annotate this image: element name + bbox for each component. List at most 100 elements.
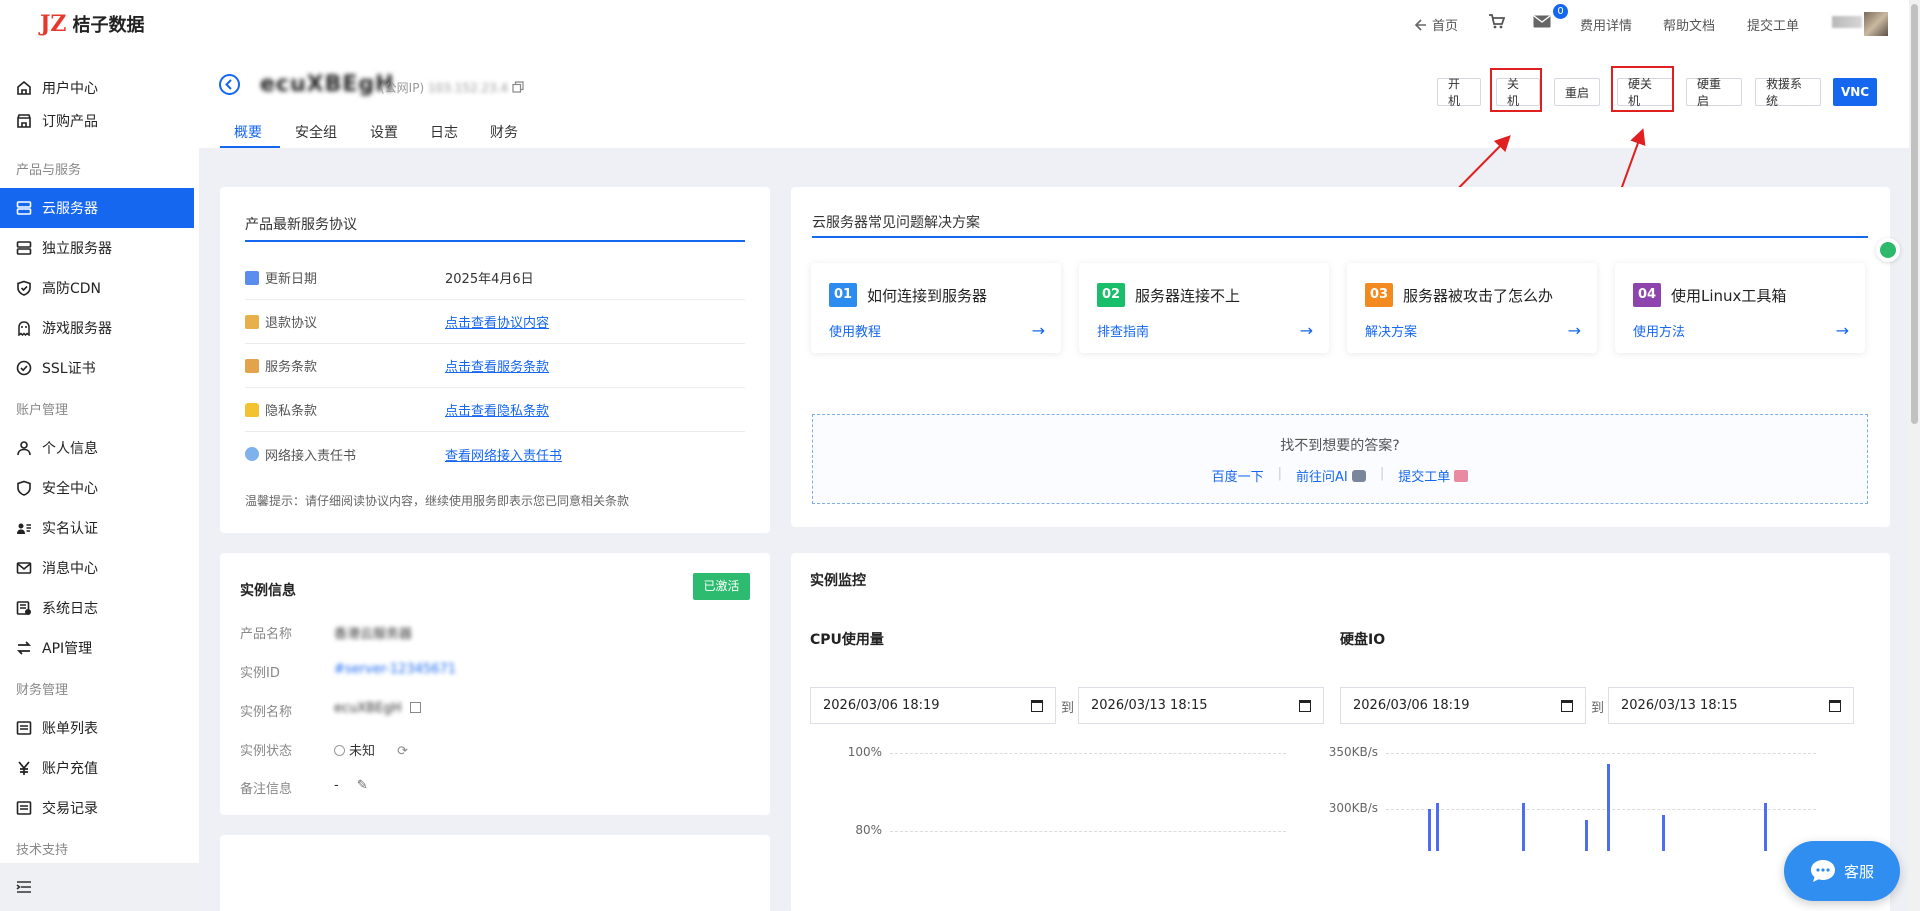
globe-icon — [245, 447, 259, 461]
sidebar-item-system-log[interactable]: 系统日志 — [0, 588, 194, 628]
cpu-date-from-input[interactable]: 2026/03/06 18:19 — [810, 687, 1056, 724]
baidu-link[interactable]: 百度一下 — [1212, 466, 1264, 485]
monitor-title: 实例监控 — [810, 573, 866, 589]
sidebar-item-cloud-server[interactable]: 云服务器 — [0, 188, 194, 228]
brand-logo[interactable]: JZ 桔子数据 — [40, 10, 144, 38]
disk-date-to-input[interactable]: 2026/03/13 18:15 — [1608, 687, 1854, 724]
collapse-menu-icon — [16, 881, 31, 893]
message-button[interactable] — [1533, 15, 1551, 28]
sidebar-collapse-button[interactable] — [0, 863, 199, 911]
tab-settings[interactable]: 设置 — [370, 122, 398, 142]
row-value: 2025年4月6日 — [445, 272, 534, 287]
agreement-row-refund: 退款协议 点击查看协议内容 — [245, 300, 745, 344]
topnav-ticket-link[interactable]: 提交工单 — [1747, 15, 1799, 34]
power-on-button[interactable]: 开机 — [1437, 77, 1481, 108]
instance-info-title: 实例信息 — [240, 583, 296, 599]
sidebar-item-api[interactable]: API管理 — [0, 628, 194, 668]
float-assistant-icon[interactable] — [1876, 238, 1900, 262]
sidebar-item-verification[interactable]: 实名认证 — [0, 508, 194, 548]
sidebar-item-profile[interactable]: 个人信息 — [0, 428, 194, 468]
divider: | — [1379, 466, 1385, 481]
server-icon — [16, 241, 32, 255]
instance-id-value[interactable]: #server-12345671 — [334, 662, 456, 677]
page-scrollbar[interactable] — [1909, 0, 1920, 911]
privacy-link[interactable]: 点击查看隐私条款 — [445, 400, 549, 419]
sidebar-item-security[interactable]: 安全中心 — [0, 468, 194, 508]
vnc-button[interactable]: VNC — [1833, 78, 1877, 106]
monitor-card — [791, 553, 1890, 911]
faq-item-1[interactable]: 01 如何连接到服务器 使用教程 → — [811, 263, 1061, 353]
refresh-icon[interactable]: ⟳ — [397, 744, 408, 759]
restart-button[interactable]: 重启 — [1554, 78, 1600, 106]
agreement-row-update-date: 更新日期 2025年4月6日 — [245, 256, 745, 300]
sidebar-item-game-server[interactable]: 游戏服务器 — [0, 308, 194, 348]
cart-icon — [1489, 14, 1505, 29]
agreement-row-terms: 服务条款 点击查看服务条款 — [245, 344, 745, 388]
topnav-home-link[interactable]: 首页 — [1414, 15, 1458, 34]
sidebar-item-dedicated-server[interactable]: 独立服务器 — [0, 228, 194, 268]
cpu-date-to-input[interactable]: 2026/03/13 18:15 — [1078, 687, 1324, 724]
faq-item-link[interactable]: 使用教程 — [829, 321, 881, 340]
sidebar-category-support: 技术支持 — [16, 843, 69, 858]
submit-ticket-link[interactable]: 提交工单 — [1398, 466, 1469, 485]
avatar[interactable] — [1864, 12, 1888, 36]
robot-icon — [1351, 470, 1366, 482]
tab-logs[interactable]: 日志 — [430, 122, 458, 142]
ask-ai-link[interactable]: 前往问AI — [1296, 466, 1366, 485]
faq-item-3[interactable]: 03 服务器被攻击了怎么办 解决方案 → — [1347, 263, 1597, 353]
faq-title: 云服务器常见问题解决方案 — [812, 215, 980, 231]
disk-date-from-input[interactable]: 2026/03/06 18:19 — [1340, 687, 1586, 724]
customer-service-button[interactable]: 客服 — [1784, 841, 1900, 901]
refund-link[interactable]: 点击查看协议内容 — [445, 312, 549, 331]
id-card-icon — [17, 523, 31, 534]
copy-icon[interactable] — [409, 702, 421, 713]
sidebar-item-bills[interactable]: 账单列表 — [0, 708, 194, 748]
ip-label: (公网IP) — [380, 81, 425, 95]
calendar-icon — [245, 270, 259, 285]
user-name-blurred[interactable] — [1832, 16, 1862, 28]
sidebar: 用户中心 订购产品 产品与服务 云服务器 独立服务器 高防CDN 游戏服务器 S… — [0, 48, 199, 911]
faq-item-link[interactable]: 解决方案 — [1365, 321, 1417, 340]
faq-item-2[interactable]: 02 服务器连接不上 排查指南 → — [1079, 263, 1329, 353]
topnav-billing-link[interactable]: 费用详情 — [1580, 15, 1632, 34]
sidebar-item-order[interactable]: 订购产品 — [0, 101, 194, 141]
sidebar-item-transactions[interactable]: 交易记录 — [0, 788, 194, 828]
tab-security-group[interactable]: 安全组 — [295, 122, 337, 142]
sidebar-category-finance: 财务管理 — [16, 683, 69, 698]
sidebar-item-messages[interactable]: 消息中心 — [0, 548, 194, 588]
calendar-icon — [1561, 699, 1573, 712]
sidebar-item-label: 游戏服务器 — [42, 321, 112, 337]
clipboard-icon — [245, 358, 259, 373]
home-icon — [17, 80, 31, 95]
back-icon[interactable] — [219, 74, 240, 95]
agreement-tip: 温馨提示：请仔细阅读协议内容，继续使用服务即表示您已同意相关条款 — [245, 494, 630, 508]
sidebar-item-recharge[interactable]: 账户充值 — [0, 748, 194, 788]
faq-item-link[interactable]: 排查指南 — [1097, 321, 1149, 340]
list-icon — [16, 801, 32, 815]
row-label: 退款协议 — [265, 316, 318, 331]
shield-icon — [17, 480, 31, 496]
faq-item-4[interactable]: 04 使用Linux工具箱 使用方法 → — [1615, 263, 1865, 353]
sidebar-item-ssl[interactable]: SSL证书 — [0, 348, 194, 388]
tab-active-indicator — [220, 146, 280, 148]
scrollbar-thumb[interactable] — [1911, 4, 1918, 424]
date-value: 2026/03/13 18:15 — [1621, 698, 1738, 713]
copy-icon[interactable] — [512, 81, 524, 93]
tab-overview[interactable]: 概要 — [234, 122, 262, 142]
sidebar-item-cdn[interactable]: 高防CDN — [0, 268, 194, 308]
hard-restart-button[interactable]: 硬重启 — [1686, 77, 1742, 108]
terms-link[interactable]: 点击查看服务条款 — [445, 356, 549, 375]
rescue-system-button[interactable]: 救援系统 — [1755, 77, 1821, 108]
faq-item-link[interactable]: 使用方法 — [1633, 321, 1685, 340]
row-label: 隐私条款 — [265, 404, 318, 419]
instance-name-text: ecuXBEgH — [260, 72, 395, 97]
date-value: 2026/03/06 18:19 — [1353, 698, 1470, 713]
tab-finance[interactable]: 财务 — [490, 122, 518, 142]
lock-icon — [245, 402, 259, 417]
topnav-help-link[interactable]: 帮助文档 — [1663, 15, 1715, 34]
edit-icon[interactable]: ✎ — [357, 778, 368, 793]
cart-button[interactable] — [1488, 14, 1505, 29]
network-link[interactable]: 查看网络接入责任书 — [445, 445, 562, 464]
disk-io-bar — [1585, 820, 1588, 851]
sidebar-item-label: API管理 — [42, 641, 93, 657]
